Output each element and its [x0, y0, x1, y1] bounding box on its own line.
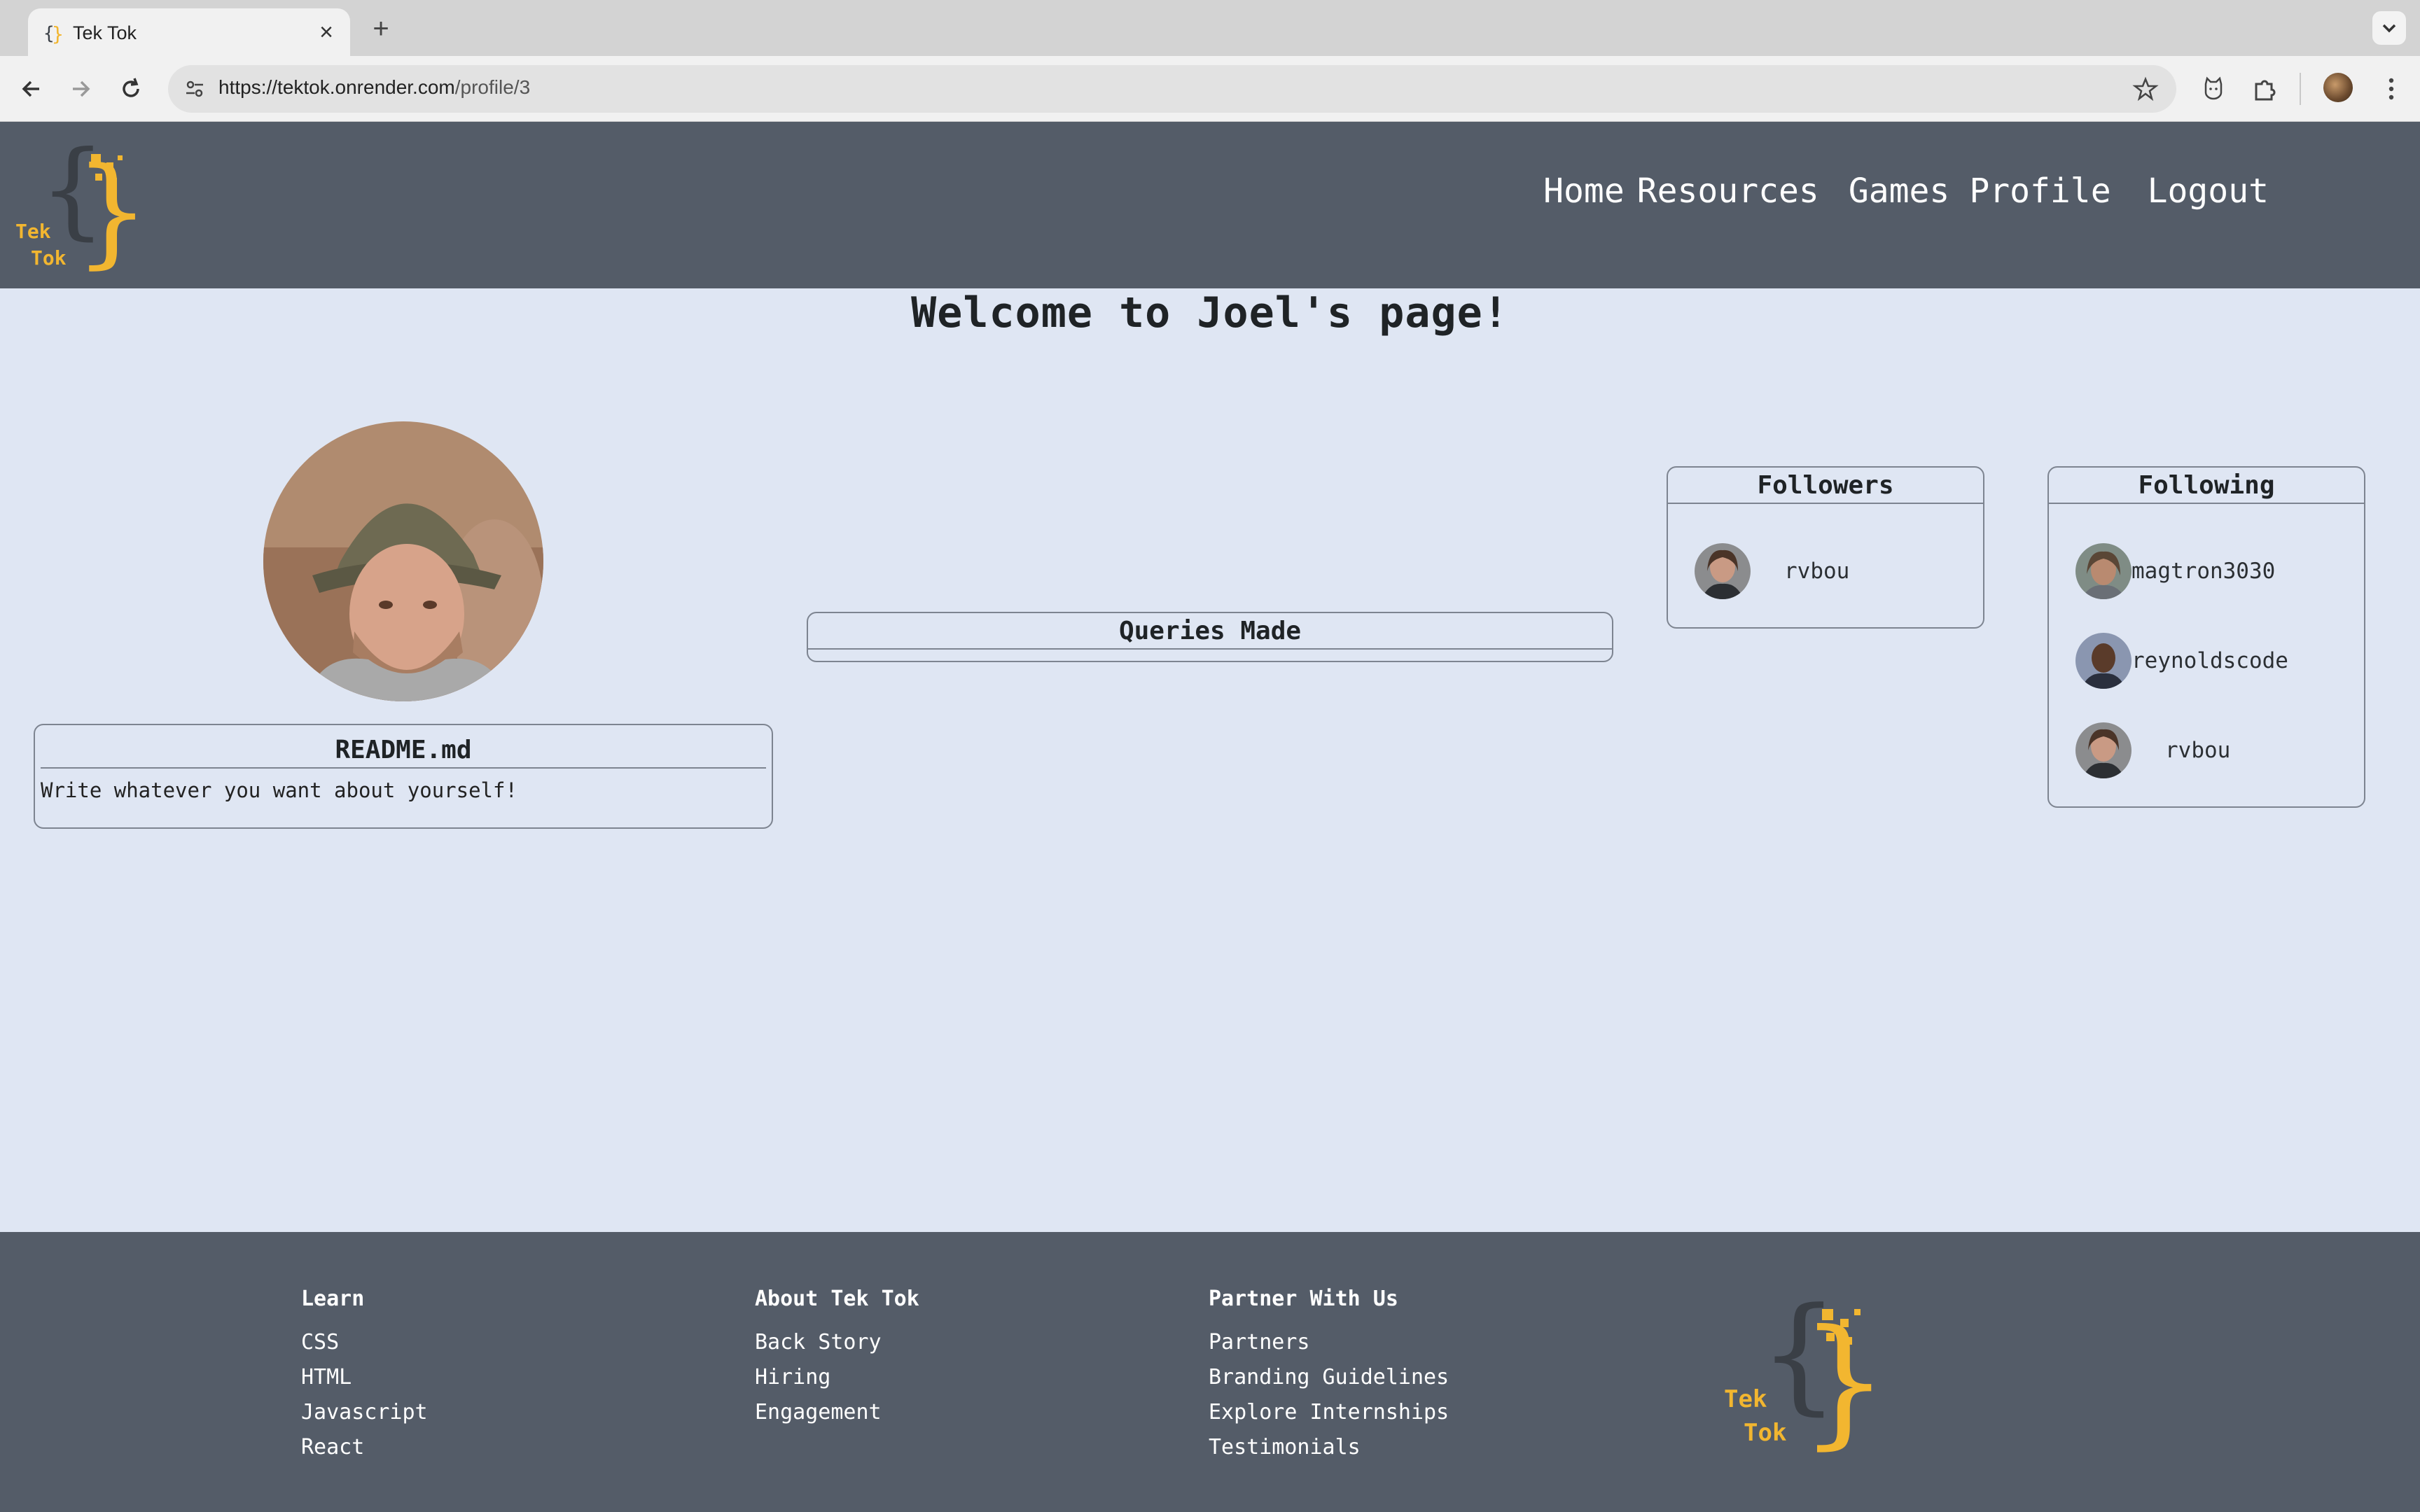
following-card: Following magtron3030 reynoldscode rvbou [2047, 466, 2365, 808]
footer-link-internships[interactable]: Explore Internships [1209, 1395, 1449, 1430]
tab-search-chevron-icon[interactable] [2372, 11, 2406, 45]
logo-text-tok: Tok [31, 246, 67, 270]
footer-about-title: About Tek Tok [755, 1287, 919, 1311]
site-info-icon[interactable] [181, 75, 209, 103]
page-title: Welcome to Joel's page! [911, 288, 1509, 337]
bookmark-star-icon[interactable] [2132, 75, 2160, 103]
user-avatar [1695, 543, 1751, 599]
footer-logo-text-tok: Tok [1744, 1419, 1786, 1447]
footer-learn-column: Learn CSS HTML Javascript React [301, 1287, 428, 1465]
follower-item[interactable]: rvbou [1695, 543, 1849, 599]
readme-card: README.md Write whatever you want about … [34, 724, 773, 829]
readme-title: README.md [41, 732, 766, 769]
url-host: https://tektok.onrender.com [218, 76, 455, 98]
footer-learn-title: Learn [301, 1287, 365, 1311]
following-item[interactable]: magtron3030 [2075, 543, 2275, 599]
toolbar-divider [2300, 73, 2301, 105]
nav-resources[interactable]: Resources [1637, 172, 1819, 211]
footer-link-javascript[interactable]: Javascript [301, 1395, 428, 1430]
following-name: magtron3030 [2132, 559, 2276, 584]
browser-tab-bar: { } Tek Tok × + [0, 0, 2420, 56]
user-avatar [2075, 633, 2132, 689]
extensions-puzzle-icon[interactable] [2248, 71, 2283, 106]
followers-card: Followers rvbou [1667, 466, 1984, 629]
queries-title: Queries Made [808, 613, 1612, 650]
nav-home[interactable]: Home [1543, 172, 1625, 211]
tab-close-icon[interactable]: × [312, 18, 340, 46]
following-item[interactable]: reynoldscode [2075, 633, 2288, 689]
logo-text-tek: Tek [15, 220, 51, 243]
nav-profile[interactable]: Profile [1969, 172, 2110, 211]
footer-logo-text-tek: Tek [1724, 1385, 1767, 1413]
url-path: /profile/3 [454, 76, 531, 98]
readme-body: Write whatever you want about yourself! [41, 778, 517, 802]
svg-text:}: } [52, 22, 64, 46]
follower-name: rvbou [1784, 559, 1850, 584]
forward-arrow-icon[interactable] [63, 71, 98, 106]
footer-about-column: About Tek Tok Back Story Hiring Engageme… [755, 1287, 919, 1430]
new-tab-icon[interactable]: + [364, 13, 398, 46]
footer-link-engagement[interactable]: Engagement [755, 1395, 919, 1430]
footer-partner-title: Partner With Us [1209, 1287, 1398, 1311]
url-text: https://tektok.onrender.com/profile/3 [218, 76, 530, 99]
footer-tektok-logo: { } Tek Tok [1724, 1285, 1889, 1453]
queries-card: Queries Made [807, 612, 1613, 662]
reload-icon[interactable] [113, 71, 148, 106]
following-name: reynoldscode [2132, 648, 2288, 673]
browser-profile-avatar[interactable] [2323, 73, 2353, 102]
following-title: Following [2049, 468, 2364, 504]
site-favicon-icon: { } [43, 22, 64, 46]
footer-link-react[interactable]: React [301, 1430, 428, 1465]
user-avatar [2075, 543, 2132, 599]
footer-link-css[interactable]: CSS [301, 1325, 428, 1360]
footer-link-html[interactable]: HTML [301, 1360, 428, 1395]
footer-link-back-story[interactable]: Back Story [755, 1325, 919, 1360]
extension-cat-icon[interactable] [2196, 71, 2231, 106]
following-item[interactable]: rvbou [2075, 722, 2230, 778]
footer-partner-column: Partner With Us Partners Branding Guidel… [1209, 1287, 1449, 1465]
followers-title: Followers [1668, 468, 1983, 504]
browser-toolbar: https://tektok.onrender.com/profile/3 [0, 56, 2420, 122]
back-arrow-icon[interactable] [14, 71, 49, 106]
footer-link-branding[interactable]: Branding Guidelines [1209, 1360, 1449, 1395]
tektok-logo[interactable]: { } Tek Tok [13, 134, 153, 274]
nav-logout[interactable]: Logout [2148, 172, 2269, 211]
tab-title: Tek Tok [73, 22, 137, 43]
kebab-menu-icon[interactable] [2374, 71, 2409, 106]
user-avatar [2075, 722, 2132, 778]
nav-games[interactable]: Games [1849, 172, 1950, 211]
footer-link-hiring[interactable]: Hiring [755, 1360, 919, 1395]
main-nav: Home Resources Games Profile Logout [1543, 172, 2269, 211]
svg-text:}: } [74, 142, 150, 274]
footer-link-testimonials[interactable]: Testimonials [1209, 1430, 1449, 1465]
footer-link-partners[interactable]: Partners [1209, 1325, 1449, 1360]
profile-avatar [263, 421, 543, 701]
browser-tab[interactable]: { } Tek Tok × [28, 8, 350, 56]
following-name: rvbou [2165, 738, 2231, 763]
address-bar[interactable]: https://tektok.onrender.com/profile/3 [168, 65, 2176, 113]
